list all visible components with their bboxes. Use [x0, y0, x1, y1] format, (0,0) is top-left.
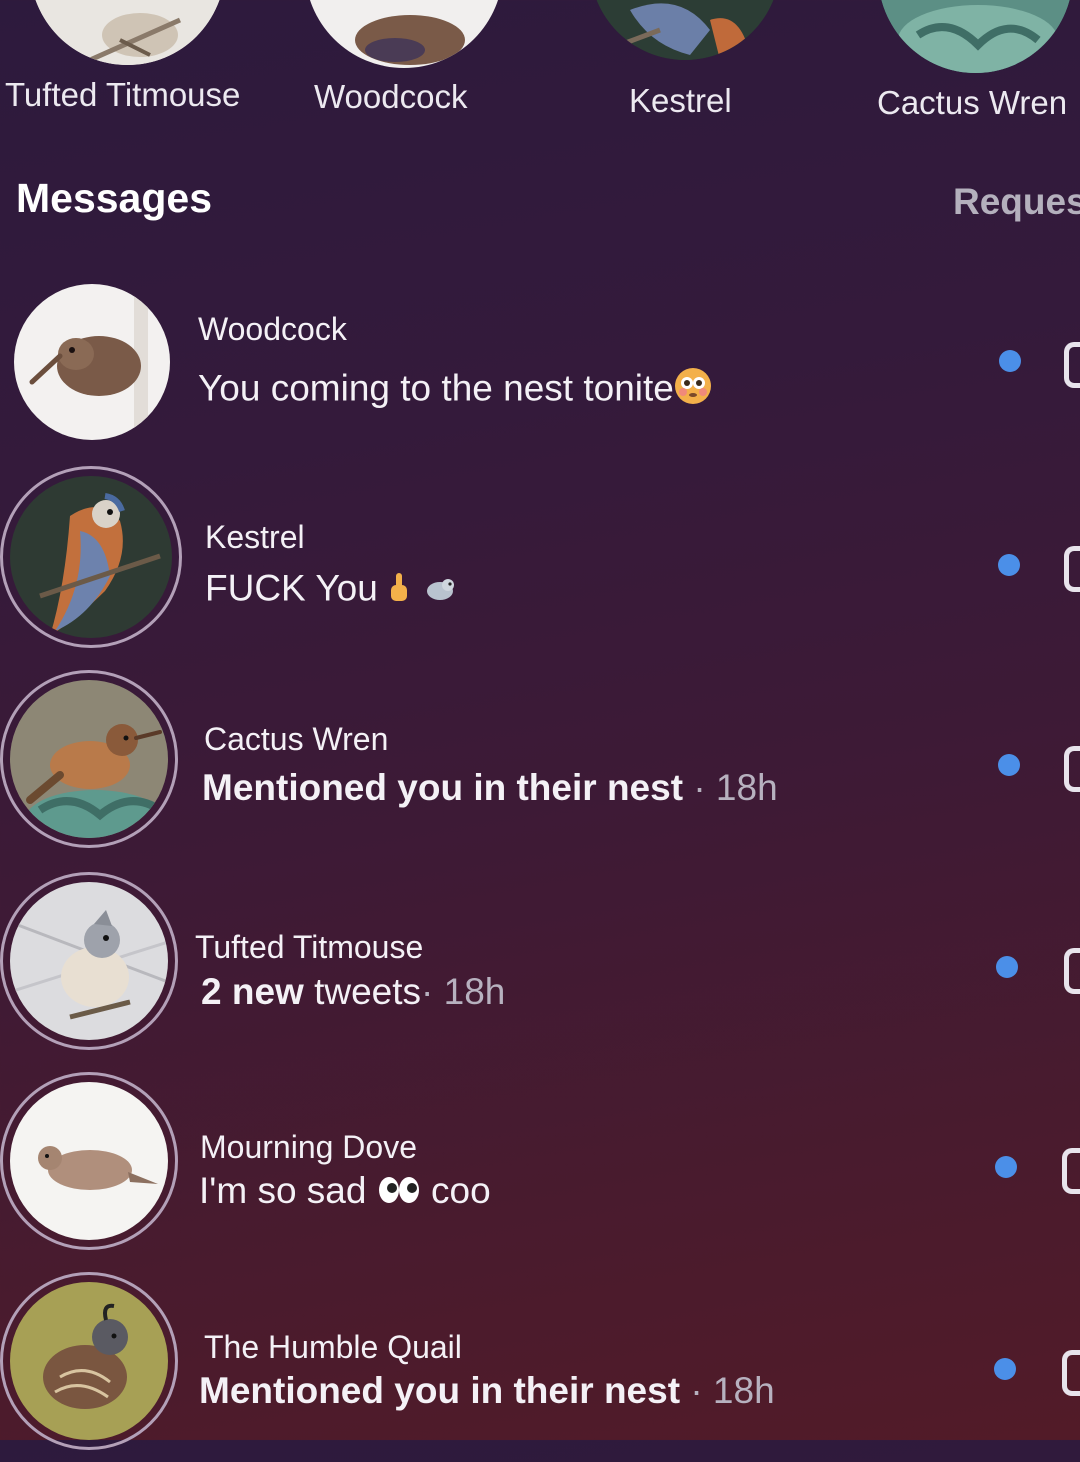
thread-timestamp: · 18h [421, 971, 506, 1012]
thread-preview: I'm so sad coo [199, 1170, 491, 1214]
thread-preview-after: coo [431, 1170, 491, 1211]
middle-finger-and-bird-emoji [388, 567, 456, 614]
thread-preview-text: I'm so sad [199, 1170, 367, 1211]
message-thread-cactus-wren[interactable]: Cactus Wren Mentioned you in their nest … [0, 670, 1080, 860]
thread-timestamp: · 18h [690, 1370, 775, 1411]
thread-name: Cactus Wren [204, 721, 389, 757]
cactus-wren-avatar[interactable] [10, 680, 168, 838]
thread-name: Tufted Titmouse [195, 929, 424, 965]
thread-preview-text: You coming to the nest tonite [198, 367, 674, 409]
story-label-woodcock[interactable]: Woodcock [314, 78, 467, 116]
requests-link[interactable]: Reques [953, 181, 1080, 223]
unread-dot [996, 956, 1018, 978]
camera-icon[interactable] [1064, 746, 1080, 792]
story-avatar-woodcock[interactable] [305, 0, 503, 68]
thread-preview: FUCK You [205, 567, 456, 614]
story-avatar-cactus-wren[interactable] [878, 0, 1073, 73]
mourning-dove-avatar[interactable] [10, 1082, 168, 1240]
unread-dot [995, 1156, 1017, 1178]
thread-preview-text: FUCK You [205, 567, 378, 609]
message-thread-tufted-titmouse[interactable]: Tufted Titmouse 2 new tweets· 18h [0, 872, 1080, 1062]
thread-preview: Mentioned you in their nest · 18h [202, 767, 778, 809]
message-thread-humble-quail[interactable]: The Humble Quail Mentioned you in their … [0, 1272, 1080, 1462]
unread-dot [999, 350, 1021, 372]
story-avatar-kestrel[interactable] [590, 0, 780, 60]
kestrel-avatar[interactable] [10, 476, 172, 638]
message-thread-mourning-dove[interactable]: Mourning Dove I'm so sad coo [0, 1072, 1080, 1262]
page-title: Messages [16, 175, 213, 221]
thread-preview-text: Mentioned you in their nest [199, 1370, 681, 1411]
story-label-tufted-titmouse[interactable]: Tufted Titmouse [5, 76, 240, 114]
camera-icon[interactable] [1064, 546, 1080, 592]
thread-preview: 2 new tweets· 18h [201, 971, 505, 1013]
thread-timestamp: · 18h [693, 767, 778, 808]
story-label-cactus-wren[interactable]: Cactus Wren [877, 84, 1067, 122]
thread-preview-bold: 2 new [201, 971, 304, 1012]
camera-icon[interactable] [1064, 948, 1080, 994]
camera-icon[interactable] [1062, 1148, 1080, 1194]
unread-dot [998, 554, 1020, 576]
stories-row: Tufted Titmouse Woodcock Kestrel Cactus … [0, 0, 1080, 140]
camera-icon[interactable] [1062, 1350, 1080, 1396]
quail-avatar[interactable] [10, 1282, 168, 1440]
thread-preview-text: Mentioned you in their nest [202, 767, 684, 808]
story-avatar-tufted-titmouse[interactable] [30, 0, 225, 65]
thread-name: Woodcock [198, 311, 347, 347]
unread-dot [998, 754, 1020, 776]
tufted-titmouse-avatar[interactable] [10, 882, 168, 1040]
thread-preview: You coming to the nest tonite [198, 367, 712, 414]
message-thread-woodcock[interactable]: Woodcock You coming to the nest tonite [0, 280, 1080, 470]
woodcock-avatar[interactable] [14, 284, 170, 440]
story-label-kestrel[interactable]: Kestrel [629, 82, 732, 120]
message-thread-kestrel[interactable]: Kestrel FUCK You [0, 466, 1080, 660]
thread-preview: Mentioned you in their nest · 18h [199, 1370, 775, 1412]
thread-name: Kestrel [205, 519, 305, 555]
thread-preview-text: tweets [314, 971, 422, 1012]
thread-name: Mourning Dove [200, 1129, 417, 1165]
eyes-emoji [377, 1172, 421, 1214]
thread-name: The Humble Quail [204, 1329, 462, 1365]
flushed-face-emoji [674, 367, 712, 414]
camera-icon[interactable] [1064, 342, 1080, 388]
unread-dot [994, 1358, 1016, 1380]
